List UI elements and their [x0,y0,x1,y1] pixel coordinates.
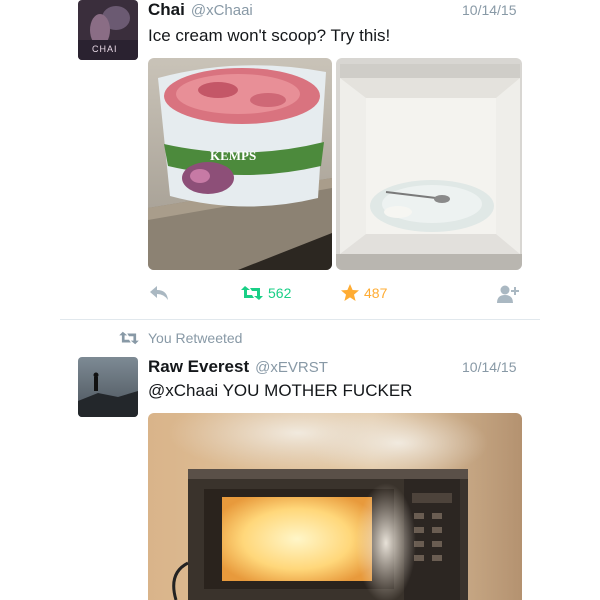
tub-brand-text: KEMPS [210,148,256,163]
tweet2-header: Raw Everest @xEVRST [148,357,328,377]
tweet2-text: @xChaai YOU MOTHER FUCKER [148,381,413,400]
reply-button[interactable] [148,284,170,302]
tweet1-text: Ice cream won't scoop? Try this! [148,26,391,45]
retweet-icon [240,284,264,302]
tweet2-handle[interactable]: @xEVRST [255,359,328,376]
reply-icon [148,284,170,302]
tweet2-date[interactable]: 10/14/15 [462,359,517,375]
retweet-notice-text: You Retweeted [148,330,243,346]
tweet1-name[interactable]: Chai [148,0,185,19]
tweet-divider [60,319,540,320]
tweet1-handle[interactable]: @xChaai [191,2,253,19]
avatar-logo-text: CHAI [92,44,118,54]
retweet-notice-icon [118,330,140,346]
tweet1-date[interactable]: 10/14/15 [462,2,517,18]
tweet1-header: Chai @xChaai [148,0,253,20]
tweet2-name[interactable]: Raw Everest [148,357,249,376]
burning-microwave-photo[interactable] [148,413,522,600]
tweet1-actions: 562 487 [148,282,520,308]
avatar-chai[interactable]: CHAI [78,0,138,60]
follow-button[interactable] [496,284,520,304]
ice-cream-tub-photo[interactable]: KEMPS [148,58,332,270]
like-count: 487 [364,285,388,301]
retweet-button[interactable]: 562 [240,284,291,302]
add-user-icon [496,284,520,304]
retweet-count: 562 [268,285,292,301]
like-button[interactable]: 487 [340,283,387,303]
retweet-notice: You Retweeted [118,330,242,346]
star-icon [340,283,360,303]
microwave-plate-photo[interactable] [336,58,522,270]
avatar-raw-everest[interactable] [78,357,138,417]
